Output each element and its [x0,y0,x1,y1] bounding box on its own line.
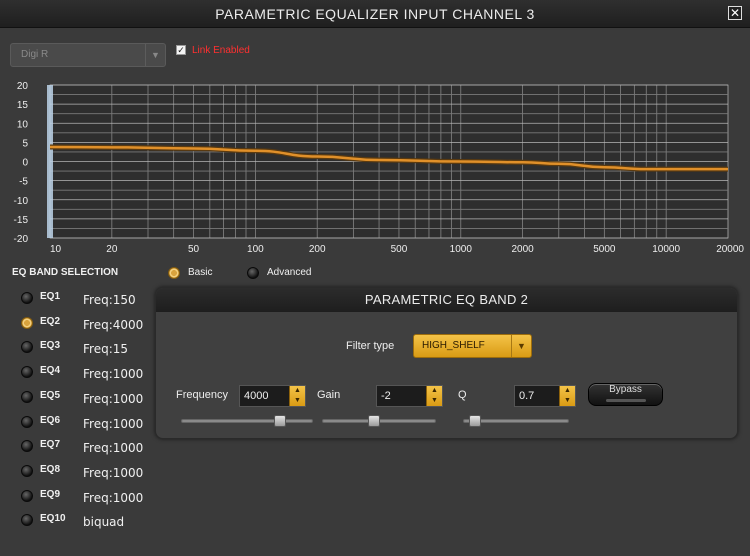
mode-basic-radio[interactable] [168,267,180,279]
band-label-eq3: EQ3 [40,340,61,352]
band-radio-eq9[interactable] [21,489,33,502]
y-tick-label: -5 [19,177,28,188]
frequency-slider[interactable] [181,415,313,427]
band-label-eq5: EQ5 [40,389,61,401]
x-tick-label: 100 [247,244,264,255]
band-freq-eq10: biquad [83,515,125,530]
q-slider[interactable] [463,415,569,427]
panel-title: PARAMETRIC EQ BAND 2 [156,288,737,312]
freq-marker-bar [47,85,53,238]
stepper-arrows-icon[interactable]: ▲ ▼ [426,386,442,406]
band-freq-eq6: Freq:1000 [83,416,144,431]
window-title: PARAMETRIC EQUALIZER INPUT CHANNEL 3 [215,6,535,22]
band-radio-eq4[interactable] [21,366,33,379]
filter-type-label: Filter type [346,340,395,352]
frequency-spinbox[interactable]: 4000 ▲ ▼ [239,385,306,407]
band-radio-eq7[interactable] [21,440,33,453]
bypass-indicator [605,399,646,402]
q-value: 0.7 [519,390,535,402]
band-label-eq4: EQ4 [40,365,61,377]
y-tick-label: 5 [22,138,28,149]
band-label-eq9: EQ9 [40,488,61,500]
x-tick-label: 20 [106,244,118,255]
frequency-value: 4000 [244,390,269,402]
gain-slider[interactable] [322,415,436,427]
gain-value: -2 [381,390,391,402]
bypass-button[interactable]: Bypass [588,383,663,406]
x-tick-label: 2000 [511,244,534,255]
y-tick-label: -15 [14,215,29,226]
band-freq-eq5: Freq:1000 [83,391,144,406]
y-tick-label: 0 [22,158,28,169]
band-radio-eq5[interactable] [21,390,33,403]
y-tick-label: 15 [17,100,29,111]
y-tick-label: -20 [14,234,29,245]
y-tick-label: 20 [17,81,29,92]
gain-label: Gain [317,389,341,401]
x-tick-label: 500 [391,244,408,255]
band-freq-eq7: Freq:1000 [83,441,144,456]
q-label: Q [458,389,467,401]
x-tick-label: 10 [50,244,62,255]
mode-basic-label: Basic [188,267,213,278]
x-tick-label: 20000 [716,244,744,255]
band-radio-eq3[interactable] [21,341,33,354]
band-freq-eq9: Freq:1000 [83,490,144,505]
bypass-label: Bypass [609,384,642,395]
y-tick-label: 10 [17,119,29,130]
x-tick-label: 50 [188,244,200,255]
band-label-eq6: EQ6 [40,414,61,426]
mode-advanced-label: Advanced [267,267,312,278]
band-radio-eq2[interactable] [21,316,33,329]
band-radio-eq8[interactable] [21,464,33,477]
band-freq-eq3: Freq:15 [83,342,129,357]
band-radio-eq6[interactable] [21,415,33,428]
band-label-eq1: EQ1 [40,291,61,302]
band-label-eq10: EQ10 [40,513,66,525]
band-label-eq2: EQ2 [40,315,61,327]
q-spinbox[interactable]: 0.7 ▲ ▼ [514,385,576,407]
band-freq-eq4: Freq:1000 [83,367,144,382]
band-radio-eq10[interactable] [21,514,33,527]
gain-slider-thumb[interactable] [368,415,380,427]
frequency-slider-thumb[interactable] [274,415,286,427]
gain-spinbox[interactable]: -2 ▲ ▼ [376,385,443,407]
filter-type-select[interactable]: HIGH_SHELF ▼ [413,334,532,358]
device-select[interactable]: Digi R ▼ [10,43,166,67]
device-select-value: Digi R [21,49,49,60]
y-tick-label: -10 [14,196,29,207]
title-bar: PARAMETRIC EQUALIZER INPUT CHANNEL 3 ✕ [0,0,750,28]
chevron-down-icon: ▼ [511,335,531,357]
band-selection-title: EQ BAND SELECTION [12,267,119,278]
frequency-label: Frequency [176,389,228,401]
link-enabled-checkbox[interactable]: ✓ [176,45,186,55]
band-label-eq8: EQ8 [40,463,61,475]
band-freq-eq2: Freq:4000 [83,317,144,332]
close-icon[interactable]: ✕ [728,6,742,20]
stepper-arrows-icon[interactable]: ▲ ▼ [289,386,305,406]
chevron-down-icon: ▼ [145,44,165,66]
q-slider-thumb[interactable] [469,415,481,427]
stepper-arrows-icon[interactable]: ▲ ▼ [559,386,575,406]
band-radio-eq1[interactable] [21,292,33,304]
mode-advanced-radio[interactable] [247,267,259,279]
band-label-eq7: EQ7 [40,439,61,451]
eq-band-panel: PARAMETRIC EQ BAND 2 Filter type HIGH_SH… [155,287,738,439]
x-tick-label: 1000 [450,244,473,255]
filter-type-value: HIGH_SHELF [422,340,485,351]
eq-response-graph: 20 15 10 5 0 -5 -10 -15 -20 10 20 50 100 200 500 1000 20… [0,78,750,258]
x-tick-label: 5000 [593,244,616,255]
band-freq-eq1: Freq:150 [83,293,136,307]
link-enabled-label: Link Enabled [192,45,250,56]
band-freq-eq8: Freq:1000 [83,465,144,480]
x-tick-label: 200 [309,244,326,255]
eq-response-svg: 20151050-5-10-15-2010 20 50 100 200 500 1000 20… [14,81,745,255]
x-tick-label: 10000 [652,244,680,255]
